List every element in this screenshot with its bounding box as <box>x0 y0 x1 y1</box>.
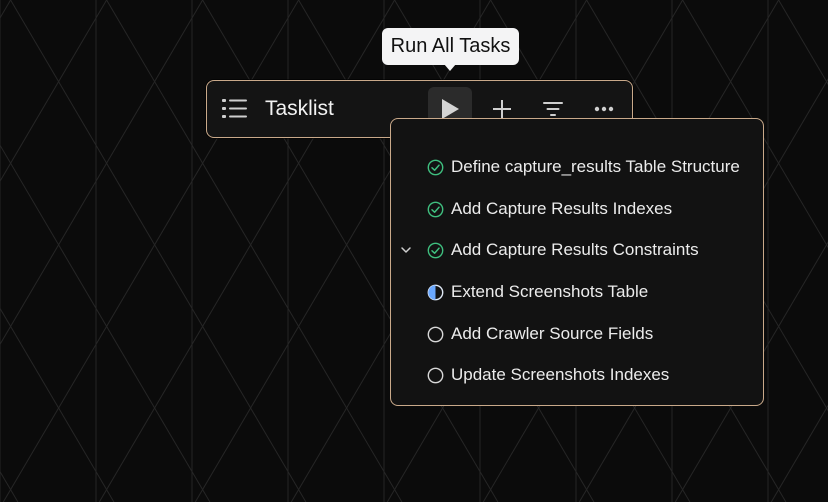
task-item[interactable]: Add Capture Results Indexes <box>392 189 762 229</box>
play-icon <box>442 99 459 119</box>
task-label: Add Capture Results Constraints <box>451 240 699 259</box>
task-item[interactable]: Update Screenshots Indexes <box>392 355 762 395</box>
task-item[interactable]: Define capture_results Table Structure <box>392 147 762 187</box>
run-all-tooltip: Run All Tasks <box>382 28 519 65</box>
list-icon <box>222 99 247 118</box>
task-item[interactable]: Extend Screenshots Table <box>392 272 762 312</box>
task-label: Add Crawler Source Fields <box>451 324 654 343</box>
filter-icon <box>543 102 563 116</box>
tooltip-text: Run All Tasks <box>390 35 511 57</box>
empty-circle-icon <box>427 367 444 384</box>
more-horizontal-icon <box>594 106 614 112</box>
task-label: Define capture_results Table Structure <box>451 157 740 176</box>
toolbar-title: Tasklist <box>265 97 334 120</box>
check-circle-icon <box>427 201 444 218</box>
empty-circle-icon <box>427 326 444 343</box>
half-circle-icon <box>427 284 444 301</box>
chevron-down-icon[interactable] <box>400 244 412 256</box>
task-item[interactable]: Add Capture Results Constraints <box>392 230 762 270</box>
check-circle-icon <box>427 159 444 176</box>
plus-icon <box>493 100 511 118</box>
task-label: Add Capture Results Indexes <box>451 199 673 218</box>
task-label: Extend Screenshots Table <box>451 282 649 301</box>
task-item[interactable]: Add Crawler Source Fields <box>392 314 762 354</box>
tooltip-arrow <box>444 64 456 71</box>
app-canvas: Run All Tasks Tasklist Define capture_re… <box>0 0 828 502</box>
check-circle-icon <box>427 242 444 259</box>
task-label: Update Screenshots Indexes <box>451 365 670 384</box>
